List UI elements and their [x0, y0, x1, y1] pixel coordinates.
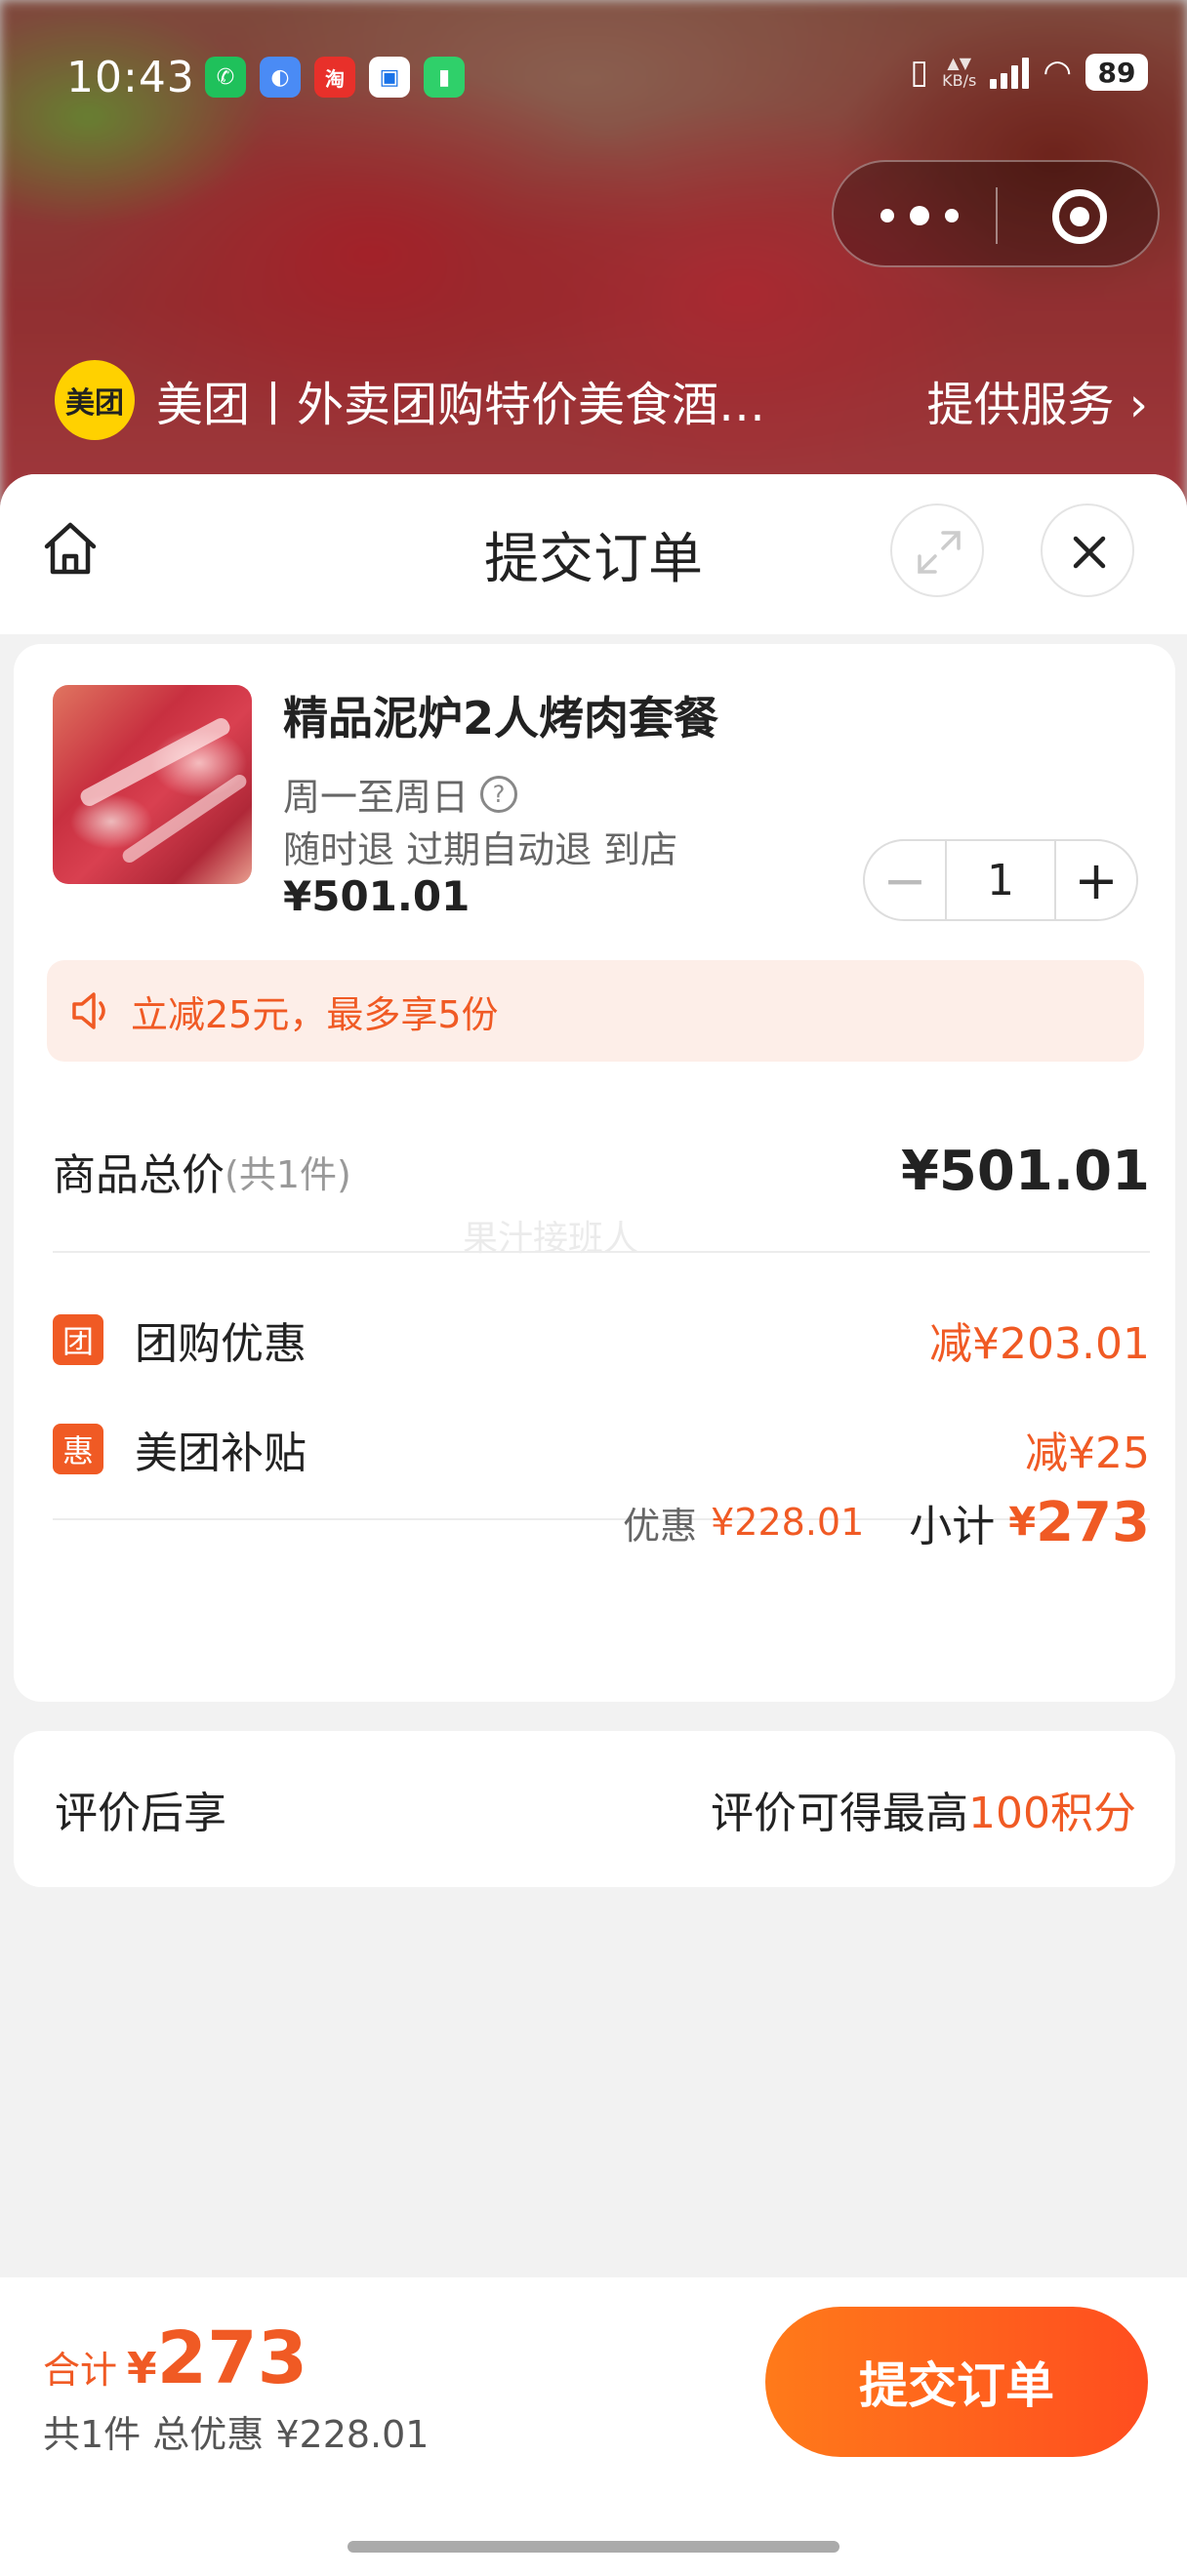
discount-value: 减¥203.01: [929, 1319, 1150, 1369]
meituan-logo: 美团: [55, 360, 135, 440]
quantity-value[interactable]: 1: [945, 841, 1056, 919]
provider-name: 美团丨外卖团购特价美食酒…: [156, 378, 766, 432]
divider: [53, 1251, 1150, 1253]
close-miniprogram-icon[interactable]: [1052, 189, 1107, 244]
review-reward-label: 评价后享: [55, 1789, 226, 1838]
chevron-right-icon: ›: [1114, 378, 1148, 432]
taobao-icon: 淘: [314, 57, 355, 98]
wifi-icon: ◠: [1043, 53, 1072, 92]
service-provider-row[interactable]: 美团 美团丨外卖团购特价美食酒… 提供服务 ›: [55, 357, 1148, 443]
review-reward-prefix: 评价可得最高: [711, 1789, 969, 1838]
battery-icon: 89: [1085, 54, 1148, 91]
grand-total-value: 273: [156, 2316, 308, 2400]
product-name: 精品泥炉2人烤肉套餐: [283, 692, 719, 745]
goods-total-row: 商品总价 (共1件) ¥501.01: [53, 1132, 1150, 1210]
sheet-header: 提交订单: [0, 474, 1187, 634]
status-time: 10:43: [66, 53, 195, 102]
close-icon: [1073, 536, 1106, 569]
goods-total-value: ¥501.01: [900, 1139, 1150, 1203]
watermark: 果汁接班人: [463, 1219, 639, 1259]
decrease-button[interactable]: −: [865, 841, 945, 919]
provider-service-link[interactable]: 提供服务 ›: [927, 366, 1148, 434]
promo-banner: 立减25元，最多享5份: [47, 960, 1144, 1062]
review-reward-info: 评价可得最高100积分: [711, 1778, 1136, 1840]
order-card: 精品泥炉2人烤肉套餐 周一至周日 ? 随时退 过期自动退 到店 ¥501.01 …: [14, 644, 1175, 1702]
app-icon: ▣: [369, 57, 410, 98]
network-speed-icon: ▲▼ KB/s: [942, 54, 977, 90]
subtotal-label: 小计: [909, 1502, 996, 1551]
discount-row-groupbuy: 团 团购优惠 减¥203.01: [53, 1306, 1150, 1374]
checkout-bar: 合计 ¥ 273 共1件 总优惠 ¥228.01 提交订单: [0, 2277, 1187, 2576]
speaker-icon: [72, 992, 105, 1029]
submit-order-button[interactable]: 提交订单: [765, 2307, 1148, 2457]
subtotal-value: 273: [1036, 1490, 1150, 1554]
increase-button[interactable]: +: [1056, 841, 1136, 919]
subtotal-discount-label: 优惠: [623, 1504, 698, 1548]
miniprogram-capsule: [832, 160, 1160, 267]
home-indicator[interactable]: [348, 2541, 839, 2553]
discount-label: 美团补贴: [135, 1429, 307, 1478]
subtotal-row: 优惠 ¥228.01 小计 ¥ 273: [53, 1483, 1150, 1561]
alipay-icon: ◐: [260, 57, 301, 98]
vibrate-icon: ▯: [910, 53, 929, 92]
subtotal-discount-value: ¥228.01: [711, 1501, 865, 1544]
goods-total-count: (共1件): [225, 1152, 351, 1196]
page-title: 提交订单: [484, 528, 703, 591]
wechat-icon: ✆: [205, 57, 246, 98]
grand-total-currency: ¥: [127, 2344, 157, 2394]
subtotal-currency: ¥: [1008, 1500, 1037, 1545]
product-image: [53, 685, 252, 884]
expand-button[interactable]: [890, 503, 984, 597]
grand-total: 合计 ¥ 273: [43, 2316, 307, 2400]
product-tags: 随时退 过期自动退 到店: [283, 828, 678, 871]
close-button[interactable]: [1041, 503, 1134, 597]
capsule-divider: [996, 187, 998, 244]
discount-row-subsidy: 惠 美团补贴 减¥25: [53, 1415, 1150, 1483]
discount-value: 减¥25: [1025, 1429, 1150, 1478]
product-price: ¥501.01: [283, 872, 471, 920]
discount-label: 团购优惠: [135, 1319, 307, 1369]
goods-total-label: 商品总价: [53, 1150, 225, 1200]
product-validity-text: 周一至周日: [283, 776, 470, 819]
groupbuy-badge-icon: 团: [53, 1314, 103, 1365]
subsidy-badge-icon: 惠: [53, 1424, 103, 1474]
product-validity: 周一至周日 ?: [283, 767, 518, 821]
green-app-icon: ▮: [424, 57, 465, 98]
review-reward-points: 100积分: [968, 1789, 1136, 1838]
expand-icon: [918, 531, 961, 574]
status-bar: 10:43 ✆ ◐ 淘 ▣ ▮ ▯ ▲▼ KB/s ◠ 89: [0, 47, 1187, 109]
provider-service-label: 提供服务: [926, 378, 1115, 432]
review-reward-card[interactable]: 评价后享 评价可得最高100积分: [14, 1731, 1175, 1887]
promo-text: 立减25元，最多享5份: [131, 992, 499, 1036]
status-app-icons: ✆ ◐ 淘 ▣ ▮: [205, 57, 465, 98]
more-options-icon[interactable]: [880, 201, 959, 230]
help-icon[interactable]: ?: [480, 775, 518, 813]
signal-icon: [990, 56, 1030, 89]
status-indicators: ▯ ▲▼ KB/s ◠ 89: [910, 53, 1148, 92]
grand-total-label: 合计: [43, 2349, 118, 2392]
order-sheet: 提交订单 精品泥炉2人烤肉套餐 周一至周日 ? 随时退 过期自动退 到店 ¥50…: [0, 474, 1187, 2576]
grand-total-detail: 共1件 总优惠 ¥228.01: [43, 2413, 430, 2456]
quantity-stepper: − 1 +: [863, 839, 1138, 921]
